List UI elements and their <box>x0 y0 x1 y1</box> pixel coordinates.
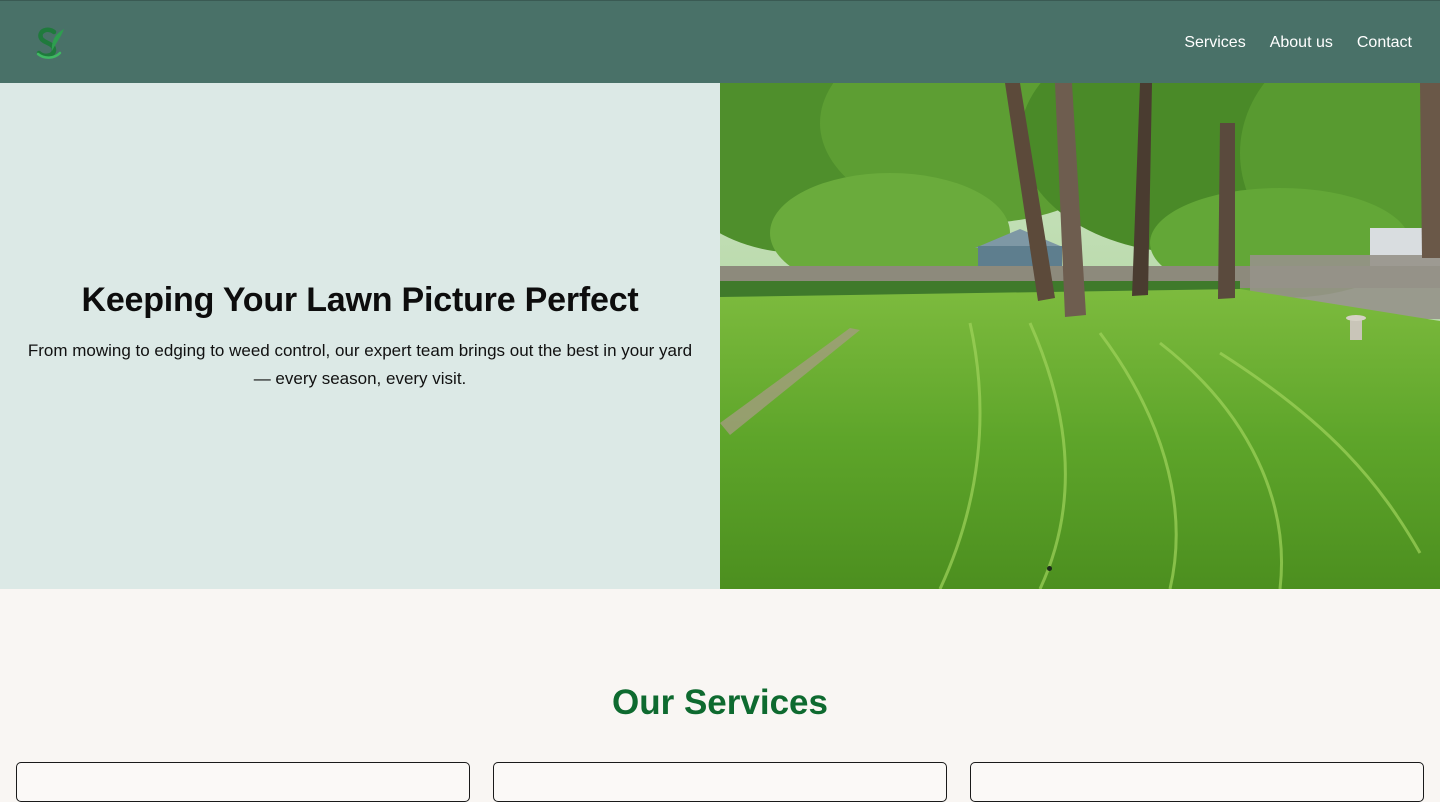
carousel-dot[interactable] <box>1047 566 1052 571</box>
services-section: Our Services <box>0 589 1440 802</box>
services-title: Our Services <box>612 683 828 722</box>
nav-link-services[interactable]: Services <box>1184 34 1245 52</box>
hero-lawn-image <box>720 83 1440 589</box>
hero-section: Keeping Your Lawn Picture Perfect From m… <box>0 83 1440 589</box>
service-card[interactable] <box>493 762 947 802</box>
leaf-s-logo-icon[interactable] <box>30 25 66 61</box>
service-card[interactable] <box>970 762 1424 802</box>
service-card[interactable] <box>16 762 470 802</box>
hero-subtitle: From mowing to edging to weed control, o… <box>27 341 693 388</box>
nav-link-about-us[interactable]: About us <box>1270 34 1333 52</box>
hero-title: Keeping Your Lawn Picture Perfect <box>81 281 639 319</box>
navbar: Services About us Contact <box>0 0 1440 83</box>
nav-link-contact[interactable]: Contact <box>1357 34 1412 52</box>
hero-text-panel: Keeping Your Lawn Picture Perfect From m… <box>0 83 720 589</box>
nav-links: Services About us Contact <box>1184 1 1412 84</box>
